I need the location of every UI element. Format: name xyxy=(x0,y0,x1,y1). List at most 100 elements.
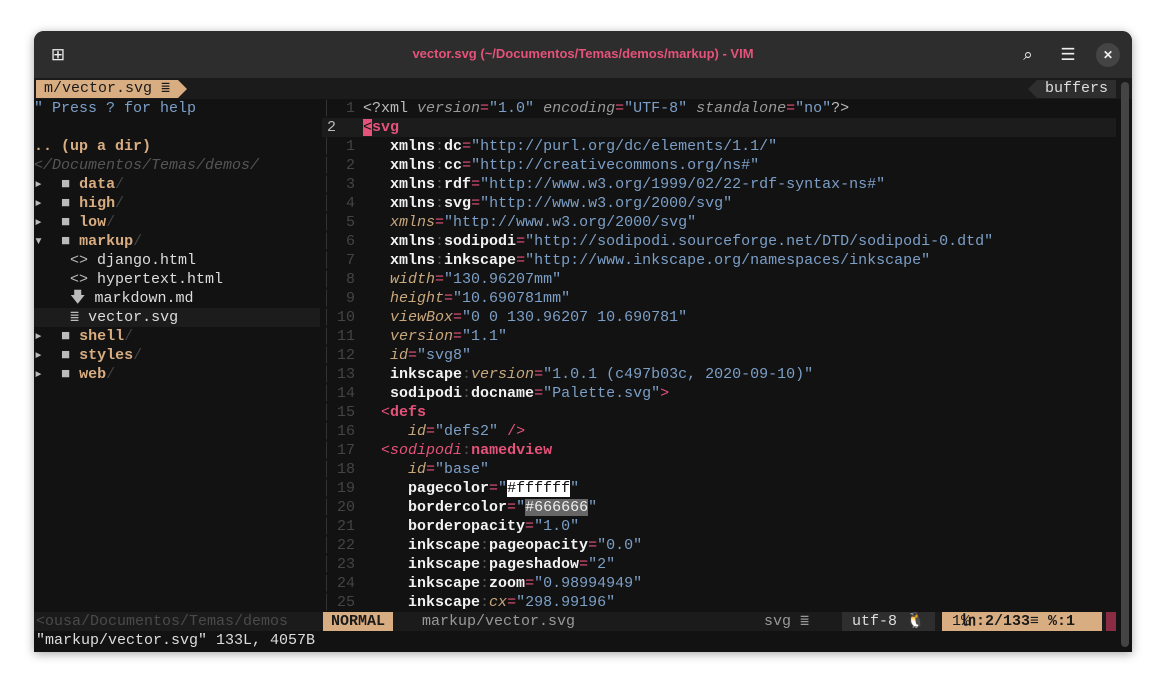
file-name: markdown.md xyxy=(94,290,194,307)
code-line[interactable]: │ 14 sodipodi:docname="Palette.svg"> xyxy=(322,384,1116,403)
code-line[interactable]: │ 20 bordercolor="#666666" xyxy=(322,498,1116,517)
tree-item[interactable]: <> hypertext.html xyxy=(34,270,320,289)
code-line[interactable]: │ 22 inkscape:pageopacity="0.0" xyxy=(322,536,1116,555)
line-number: 4 xyxy=(345,195,355,212)
code-line[interactable]: │ 3 xmlns:rdf="http://www.w3.org/1999/02/… xyxy=(322,175,1116,194)
expand-arrow-icon[interactable]: ▾ xyxy=(34,233,61,250)
code-token: /> xyxy=(507,423,526,440)
line-number: 2 xyxy=(327,119,337,136)
code-line[interactable]: │ 1 xmlns:dc="http://purl.org/dc/elements… xyxy=(322,137,1116,156)
code-line[interactable]: │ 19 pagecolor="#ffffff" xyxy=(322,479,1116,498)
tree-item[interactable]: ▾ ■ markup/ xyxy=(34,232,320,251)
code-token: id xyxy=(390,347,409,364)
code-line[interactable]: 2 <svg xyxy=(322,118,1116,137)
code-token: dc xyxy=(444,138,463,155)
editor[interactable]: │ 1 <?xml version="1.0" encoding="UTF-8" s… xyxy=(322,99,1116,612)
close-button[interactable]: ✕ xyxy=(1096,43,1120,67)
code-line[interactable]: │ 13 inkscape:version="1.0.1 (c497b03c, 2… xyxy=(322,365,1116,384)
code-token: "1.1" xyxy=(462,328,508,345)
encoding: utf-8 🐧 xyxy=(842,612,935,631)
folder-icon: ■ xyxy=(61,347,80,364)
code-token: = xyxy=(507,594,517,611)
code-token: = xyxy=(462,157,472,174)
tree-item[interactable]: ▸ ■ data/ xyxy=(34,175,320,194)
code-line[interactable]: │ 21 borderopacity="1.0" xyxy=(322,517,1116,536)
code-line[interactable]: │ 6 xmlns:sodipodi="http://sodipodi.sourc… xyxy=(322,232,1116,251)
code-token: height xyxy=(390,290,445,307)
expand-arrow-icon[interactable]: ▸ xyxy=(34,347,61,364)
code-line[interactable]: │ 25 inkscape:cx="298.99196" xyxy=(322,593,1116,612)
code-token: "http://www.inkscape.org/namespaces/inks… xyxy=(525,252,931,269)
help-text: " Press ? for help xyxy=(34,100,197,117)
code-line[interactable]: │ 18 id="base" xyxy=(322,460,1116,479)
markdown-icon: 🡇 xyxy=(70,290,95,307)
code-token: "UTF-8" xyxy=(624,100,697,117)
code-token: = xyxy=(525,518,535,535)
expand-arrow-icon[interactable]: ▸ xyxy=(34,214,61,231)
tree-item[interactable]: ≣ vector.svg xyxy=(34,308,320,327)
code-line[interactable]: │ 2 xmlns:cc="http://creativecommons.org/… xyxy=(322,156,1116,175)
code-token: sodipodi xyxy=(444,233,517,250)
code-token: = xyxy=(615,100,625,117)
code-token: : xyxy=(480,594,490,611)
expand-arrow-icon[interactable]: ▸ xyxy=(34,366,61,383)
code-line[interactable]: │ 10 viewBox="0 0 130.96207 10.690781" xyxy=(322,308,1116,327)
up-dir[interactable]: .. (up a dir) xyxy=(34,137,320,156)
line-number: 12 xyxy=(336,347,355,364)
code-line[interactable]: │ 23 inkscape:pageshadow="2" xyxy=(322,555,1116,574)
file-tree[interactable]: " Press ? for help .. (up a dir) </Docum… xyxy=(34,99,320,612)
scrollbar[interactable] xyxy=(1121,82,1129,647)
terminal[interactable]: m/vector.svg ≣ buffers " Press ? for hel… xyxy=(34,78,1132,652)
search-icon[interactable]: ⌕ xyxy=(1016,43,1040,67)
menu-icon[interactable]: ☰ xyxy=(1056,43,1080,67)
tree-item[interactable]: ▸ ■ styles/ xyxy=(34,346,320,365)
tree-item[interactable]: ▸ ■ high/ xyxy=(34,194,320,213)
code-token: "0.98994949" xyxy=(534,575,643,592)
tree-item[interactable]: ▸ ■ low/ xyxy=(34,213,320,232)
line-number: 20 xyxy=(336,499,355,516)
code-line[interactable]: │ 17 <sodipodi:namedview xyxy=(322,441,1116,460)
expand-arrow-icon[interactable]: ▸ xyxy=(34,328,61,345)
line-number: 13 xyxy=(336,366,355,383)
code-line[interactable]: │ 9 height="10.690781mm" xyxy=(322,289,1116,308)
code-icon: <> xyxy=(70,252,98,269)
code-line[interactable]: │ 15 <defs xyxy=(322,403,1116,422)
line-number: 18 xyxy=(336,461,355,478)
code-token: standalone xyxy=(696,100,787,117)
code-token: borderopacity xyxy=(408,518,526,535)
expand-arrow-icon[interactable]: ▸ xyxy=(34,176,61,193)
expand-arrow-icon[interactable]: ▸ xyxy=(34,195,61,212)
code-token: xmlns xyxy=(390,176,436,193)
status-line: <ousa/Documentos/Temas/demos NORMAL mark… xyxy=(34,612,1116,631)
tree-item[interactable]: ▸ ■ shell/ xyxy=(34,327,320,346)
folder-icon: ■ xyxy=(61,195,80,212)
code-token: = xyxy=(489,480,499,497)
code-line[interactable]: │ 4 xmlns:svg="http://www.w3.org/2000/svg… xyxy=(322,194,1116,213)
code-token: : xyxy=(480,575,490,592)
code-line[interactable]: │ 7 xmlns:inkscape="http://www.inkscape.o… xyxy=(322,251,1116,270)
tree-item[interactable]: <> django.html xyxy=(34,251,320,270)
code-line[interactable]: │ 12 id="svg8" xyxy=(322,346,1116,365)
tree-item[interactable]: 🡇 markdown.md xyxy=(34,289,320,308)
code-line[interactable]: │ 1 <?xml version="1.0" encoding="UTF-8" s… xyxy=(322,99,1116,118)
tab-current[interactable]: m/vector.svg ≣ xyxy=(36,80,188,98)
code-line[interactable]: │ 8 width="130.96207mm" xyxy=(322,270,1116,289)
buffers-label[interactable]: buffers xyxy=(1027,80,1116,98)
code-line[interactable]: │ 5 xmlns="http://www.w3.org/2000/svg" xyxy=(322,213,1116,232)
tree-item[interactable]: ▸ ■ web/ xyxy=(34,365,320,384)
folder-icon: ■ xyxy=(61,366,80,383)
code-token: version xyxy=(471,366,535,383)
code-token: = xyxy=(435,271,445,288)
file-name: hypertext.html xyxy=(97,271,224,288)
code-line[interactable]: │ 11 version="1.1" xyxy=(322,327,1116,346)
line-number: 11 xyxy=(336,328,355,345)
line-number: 16 xyxy=(336,423,355,440)
code-token: xmlns xyxy=(390,214,436,231)
code-line[interactable]: │ 24 inkscape:zoom="0.98994949" xyxy=(322,574,1116,593)
code-line[interactable]: │ 16 id="defs2" /> xyxy=(322,422,1116,441)
